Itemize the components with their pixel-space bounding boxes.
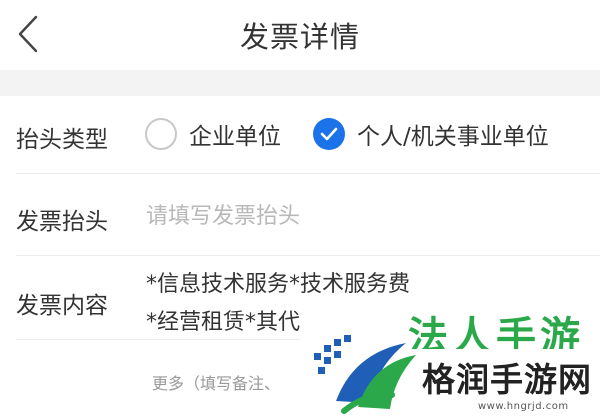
- radio-checked-icon: [313, 118, 345, 150]
- invoice-content-line: *经营租赁*其代: [146, 310, 301, 335]
- invoice-title-label: 发票抬头: [16, 209, 108, 235]
- header-type-row: 抬头类型 企业单位 个人/机关事业单位: [0, 96, 600, 174]
- page-title: 发票详情: [239, 20, 360, 54]
- watermark-url: www.hngrjd.com: [478, 401, 569, 412]
- watermark-top-text: 法人手游: [408, 314, 584, 349]
- radio-unchecked-icon: [145, 118, 177, 150]
- radio-company-label: 企业单位: [189, 124, 281, 150]
- navigation-bar: 发票详情: [0, 0, 600, 70]
- invoice-detail-page: 发票详情 抬头类型 企业单位 个人/机关事业单位 发票抬头 发票内容 *信息技术…: [0, 0, 600, 417]
- invoice-content-line: *信息技术服务*技术服务费: [146, 272, 411, 297]
- section-divider-band: [0, 70, 600, 96]
- radio-personal-label: 个人/机关事业单位: [357, 124, 549, 150]
- watermark-main-text: 格润手游网: [422, 360, 592, 399]
- invoice-content-label: 发票内容: [16, 293, 108, 319]
- more-options-text: 更多（填写备注、: [152, 374, 281, 393]
- header-type-label: 抬头类型: [16, 127, 108, 153]
- watermark-logo-icon: [314, 335, 416, 414]
- radio-company-unit[interactable]: 企业单位: [145, 117, 281, 151]
- invoice-title-row: 发票抬头: [0, 174, 600, 256]
- checkmark-icon: [320, 127, 338, 141]
- invoice-title-input[interactable]: [146, 196, 566, 236]
- site-watermark: 法人手游 格润手游网 www.hngrjd.com: [300, 313, 600, 417]
- radio-personal-unit[interactable]: 个人/机关事业单位: [313, 117, 549, 151]
